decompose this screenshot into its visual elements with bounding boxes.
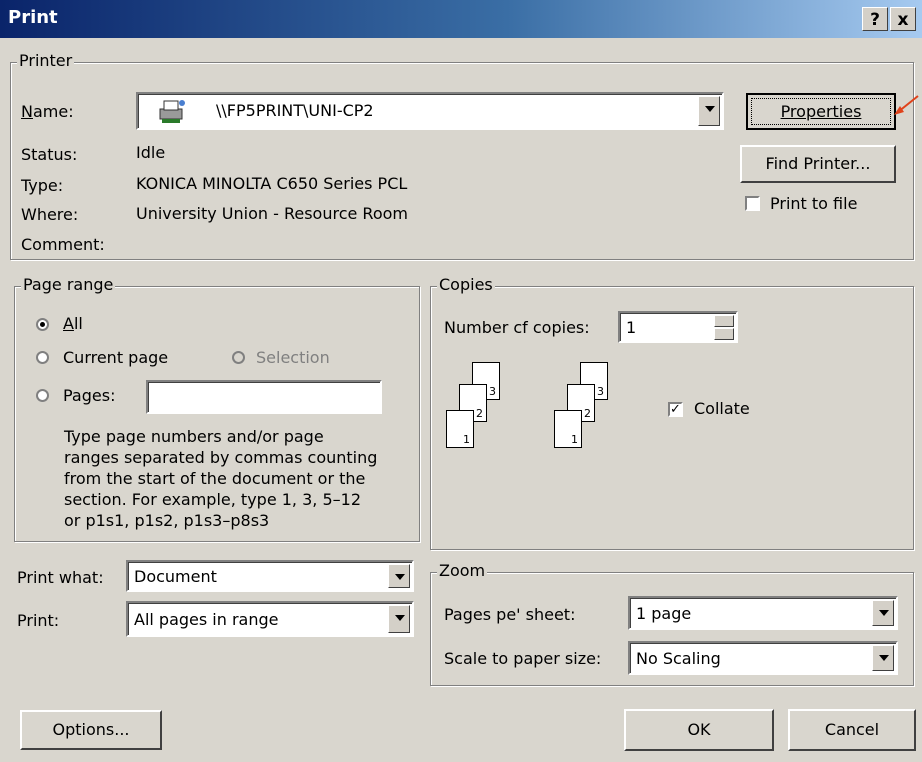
print-what-dropdown[interactable]: Document (126, 560, 414, 592)
annotation-arrow-icon (894, 95, 919, 115)
selection-radio-label: Selection (256, 348, 330, 367)
all-radio-label[interactable]: All (63, 314, 83, 333)
chevron-down-icon[interactable] (388, 564, 410, 588)
print-value: All pages in range (134, 610, 279, 629)
pages-radio[interactable] (36, 389, 49, 402)
cancel-button-label: Cancel (824, 720, 880, 739)
help-text-line: ranges separated by commas counting (64, 448, 378, 467)
pages-radio-label[interactable]: Pages: (63, 386, 115, 405)
collate-checkbox[interactable]: ✓ (668, 402, 683, 417)
chevron-down-icon[interactable] (872, 645, 894, 671)
help-button[interactable]: ? (862, 7, 888, 31)
page-number: 3 (597, 385, 604, 398)
window-title: Print (8, 7, 58, 28)
scale-to-paper-size-dropdown[interactable]: No Scaling (628, 641, 898, 675)
status-value: Idle (136, 143, 166, 162)
pages-per-sheet-value: 1 page (636, 604, 692, 623)
find-printer-button-label: Find Printer... (765, 154, 871, 173)
copies-spinner[interactable]: 1 (618, 311, 738, 343)
chevron-down-icon[interactable] (388, 605, 410, 633)
all-radio[interactable] (36, 318, 49, 331)
print-what-value: Document (134, 567, 217, 586)
current-page-radio[interactable] (36, 351, 49, 364)
where-value: University Union - Resource Room (136, 204, 408, 223)
properties-button[interactable]: Properties (746, 93, 896, 130)
spinner-up-icon[interactable] (714, 315, 734, 327)
type-value: KONICA MINOLTA C650 Series PCL (136, 174, 408, 193)
print-label: Print: (17, 611, 60, 630)
selection-radio (232, 351, 245, 364)
collate-label[interactable]: Collate (694, 399, 750, 418)
page-number: 2 (584, 407, 591, 420)
copies-value: 1 (626, 318, 637, 337)
pages-input[interactable] (146, 380, 382, 414)
scale-to-paper-size-value: No Scaling (636, 649, 721, 668)
find-printer-button[interactable]: Find Printer... (740, 145, 896, 183)
title-bar: Print ? x (0, 0, 922, 38)
help-text-line: Type page numbers and/or page (64, 427, 324, 446)
printer-name-value: \\FP5PRINT\UNI-CP2 (216, 101, 374, 120)
chevron-down-icon[interactable] (872, 600, 894, 626)
options-button-label: Options... (52, 720, 130, 739)
print-what-label: Print what: (17, 568, 104, 587)
page-number: 1 (463, 433, 470, 446)
help-text-line: section. For example, type 1, 3, 5–12 (64, 490, 361, 509)
properties-button-label: Properties (780, 102, 862, 121)
printer-group-label: Printer (17, 51, 75, 70)
number-of-copies-label: Number cf copies: (444, 318, 590, 337)
where-label: Where: (21, 205, 79, 224)
zoom-group-label: Zoom (437, 561, 488, 580)
current-page-radio-label[interactable]: Current page (63, 348, 168, 367)
scale-to-paper-size-label: Scale to paper size: (444, 649, 602, 668)
network-printer-icon (159, 100, 185, 123)
comment-label: Comment: (21, 235, 105, 254)
printer-name-dropdown[interactable]: \\FP5PRINT\UNI-CP2 (136, 92, 724, 130)
page-number: 3 (489, 385, 496, 398)
page-range-help-text: Type page numbers and/or page ranges sep… (64, 426, 377, 531)
options-button[interactable]: Options... (20, 710, 162, 750)
pages-per-sheet-dropdown[interactable]: 1 page (628, 596, 898, 630)
close-button[interactable]: x (890, 7, 916, 31)
ok-button-label: OK (687, 720, 711, 739)
help-text-line: from the start of the document or the (64, 469, 366, 488)
type-label: Type: (21, 176, 64, 195)
status-label: Status: (21, 145, 78, 164)
print-to-file-label[interactable]: Print to file (770, 194, 857, 213)
page-number: 1 (571, 433, 578, 446)
print-to-file-checkbox[interactable] (745, 196, 760, 211)
page-range-group-label: Page range (21, 275, 116, 294)
ok-button[interactable]: OK (624, 709, 774, 751)
cancel-button[interactable]: Cancel (788, 709, 916, 751)
page-number: 2 (476, 407, 483, 420)
help-text-line: or p1s1, p1s2, p1s3–p8s3 (64, 511, 270, 530)
copies-group-label: Copies (437, 275, 495, 294)
pages-per-sheet-label: Pages pe' sheet: (444, 605, 576, 624)
spinner-down-icon[interactable] (714, 328, 734, 340)
chevron-down-icon[interactable] (698, 96, 720, 126)
printer-name-label: Name: (21, 102, 74, 121)
print-dropdown[interactable]: All pages in range (126, 601, 414, 637)
